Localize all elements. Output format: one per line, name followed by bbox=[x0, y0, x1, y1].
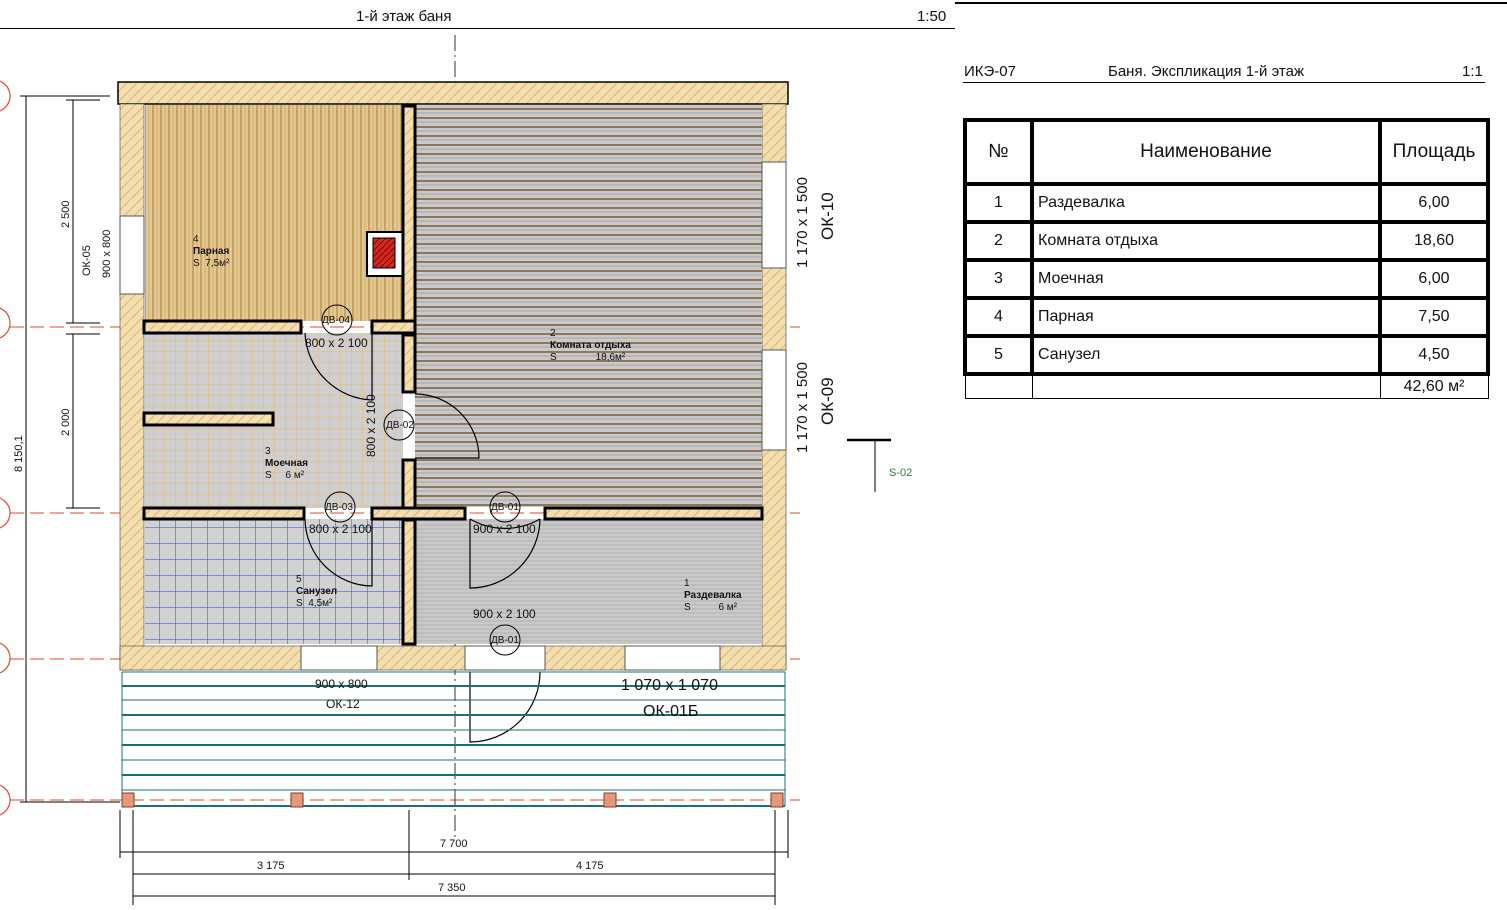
door-tag-dv02: ДВ-02 bbox=[386, 420, 414, 431]
room-name: Моечная bbox=[265, 458, 308, 469]
col-num-header: № bbox=[963, 118, 1034, 186]
cell-empty bbox=[964, 373, 1033, 399]
cell-area: 6,00 bbox=[1378, 182, 1490, 224]
room-area: S 7,5м² bbox=[193, 258, 230, 269]
window-ok05-size: 900 x 800 bbox=[101, 229, 113, 278]
cell-area: 7,50 bbox=[1378, 296, 1490, 338]
door-size-dv03: 800 x 2 100 bbox=[309, 522, 372, 536]
cell-name: Парная bbox=[1030, 296, 1382, 338]
cell-area: 4,50 bbox=[1378, 334, 1490, 376]
schedule-header-underline bbox=[963, 82, 1485, 83]
room-area: S 18,6м² bbox=[550, 352, 626, 363]
cell-name: Санузел bbox=[1030, 334, 1382, 376]
window-ok05: ОК-05 bbox=[81, 245, 93, 276]
room-num: 3 bbox=[265, 446, 271, 457]
room-label-rest: 2 Комната отдыха S 18,6м² bbox=[550, 328, 631, 364]
table-row: 5 Санузел 4,50 bbox=[963, 334, 1490, 376]
cell-num: 5 bbox=[963, 334, 1034, 376]
window-ok10: ОК-10 bbox=[818, 192, 837, 240]
top-border bbox=[955, 2, 1507, 4]
window-ok12: ОК-12 bbox=[326, 697, 360, 711]
table-row: 4 Парная 7,50 bbox=[963, 296, 1490, 338]
dim-7350: 7 350 bbox=[438, 882, 466, 894]
room-name: Комната отдыха bbox=[550, 340, 631, 351]
schedule-table: № Наименование Площадь 1 Раздевалка 6,00… bbox=[963, 118, 1490, 399]
window-ok09-size: 1 170 x 1 500 bbox=[794, 362, 811, 453]
table-row: 2 Комната отдыха 18,60 bbox=[963, 220, 1490, 262]
dim-8150: 8 150,1 bbox=[13, 435, 25, 472]
section-marker bbox=[847, 438, 891, 492]
cell-num: 2 bbox=[963, 220, 1034, 262]
left-wall bbox=[119, 103, 145, 671]
col-name-header: Наименование bbox=[1030, 118, 1382, 186]
cell-name: Раздевалка bbox=[1030, 182, 1382, 224]
cell-num: 3 bbox=[963, 258, 1034, 300]
room-num: 4 bbox=[193, 234, 199, 245]
window-ok01b-size: 1 070 x 1 070 bbox=[621, 677, 718, 694]
room-num: 2 bbox=[550, 328, 556, 339]
table-header-row: № Наименование Площадь bbox=[963, 118, 1490, 186]
col-area-header: Площадь bbox=[1378, 118, 1490, 186]
door-tag-dv03: ДВ-03 bbox=[325, 502, 353, 513]
room-label-dressing: 1 Раздевалка S 6 м² bbox=[684, 578, 742, 614]
table-total-row: 42,60 м² bbox=[964, 373, 1489, 399]
stove-firebox bbox=[372, 237, 396, 269]
cell-name: Комната отдыха bbox=[1030, 220, 1382, 262]
schedule-scale: 1:1 bbox=[1462, 63, 1483, 80]
cell-area: 6,00 bbox=[1378, 258, 1490, 300]
dim-2000: 2 000 bbox=[60, 408, 72, 436]
dim-4175: 4 175 bbox=[576, 860, 604, 872]
door-size-dv02: 800 x 2 100 bbox=[364, 394, 378, 457]
door-size-dv01b: 900 x 2 100 bbox=[473, 607, 536, 621]
floor-rest-room bbox=[415, 105, 762, 507]
room-label-bath: 5 Санузел S 4,5м² bbox=[296, 574, 337, 610]
schedule-code: ИКЭ-07 bbox=[964, 63, 1016, 80]
window-ok05-label: ОК-05 bbox=[81, 245, 93, 276]
cell-num: 1 bbox=[963, 182, 1034, 224]
window-ok10-size: 1 170 x 1 500 bbox=[794, 177, 811, 268]
table-row: 3 Моечная 6,00 bbox=[963, 258, 1490, 300]
schedule-title: Баня. Экспликация 1-й этаж bbox=[1108, 63, 1304, 80]
window-ok01b: ОК-01Б bbox=[643, 703, 699, 720]
cell-name: Моечная bbox=[1030, 258, 1382, 300]
section-label: S-02 bbox=[889, 467, 913, 479]
room-name: Раздевалка bbox=[684, 590, 742, 601]
cell-area: 18,60 bbox=[1378, 220, 1490, 262]
cell-num: 4 bbox=[963, 296, 1034, 338]
table-row: 1 Раздевалка 6,00 bbox=[963, 182, 1490, 224]
door-tag-dv04: ДВ-04 bbox=[322, 315, 350, 326]
top-beam bbox=[117, 81, 789, 105]
door-size-dv01a: 900 x 2 100 bbox=[473, 522, 536, 536]
door-size-dv04: 800 x 2 100 bbox=[305, 336, 368, 350]
door-tag-dv01b: ДВ-01 bbox=[491, 635, 519, 646]
cell-empty bbox=[1031, 373, 1381, 399]
dim-3175: 3 175 bbox=[257, 860, 285, 872]
window-ok12-size: 900 x 800 bbox=[315, 677, 368, 691]
floor-steam-room bbox=[145, 105, 403, 321]
room-name: Парная bbox=[193, 246, 230, 257]
room-area: S 6 м² bbox=[265, 470, 305, 481]
room-label-wash: 3 Моечная S 6 м² bbox=[265, 446, 308, 482]
cell-total: 42,60 м² bbox=[1379, 373, 1489, 399]
floor-plan bbox=[0, 35, 891, 905]
floor-bathroom bbox=[145, 519, 403, 644]
room-label-steam: 4 Парная S 7,5м² bbox=[193, 234, 229, 270]
window-ok09: ОК-09 bbox=[818, 377, 837, 425]
door-tag-dv01a: ДВ-01 bbox=[491, 502, 519, 513]
room-num: 5 bbox=[296, 574, 302, 585]
room-area: S 6 м² bbox=[684, 602, 737, 613]
room-name: Санузел bbox=[296, 586, 338, 597]
dim-7700: 7 700 bbox=[440, 838, 468, 850]
room-num: 1 bbox=[684, 578, 690, 589]
room-area: S 4,5м² bbox=[296, 598, 333, 609]
dim-2500: 2 500 bbox=[60, 200, 72, 228]
